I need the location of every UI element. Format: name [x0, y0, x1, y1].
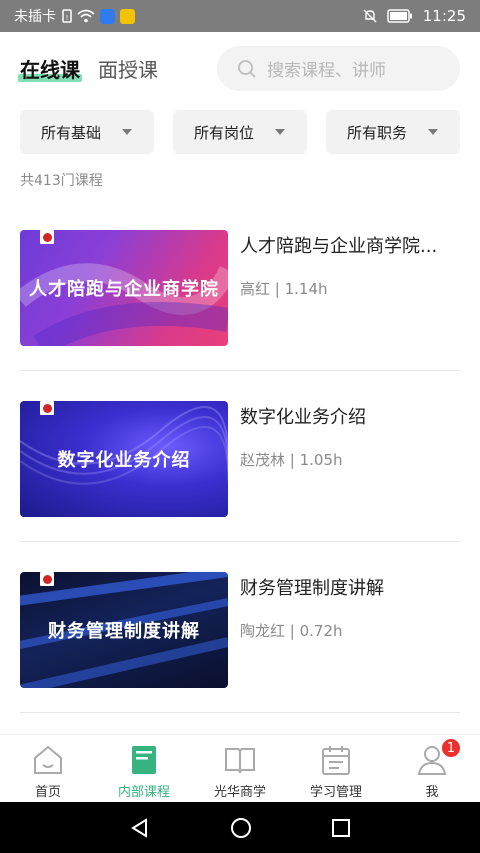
course-title[interactable]: 财务管理制度讲解	[240, 574, 460, 600]
divider	[20, 712, 460, 713]
home-icon	[34, 745, 62, 774]
filter-bar: 所有基础 所有岗位 所有职务	[20, 110, 460, 154]
message-app-icon	[120, 8, 135, 24]
nav-guanghua-business[interactable]: 光华商学	[192, 735, 288, 802]
course-meta: 赵茂林 | 1.05h	[240, 451, 343, 469]
nav-learning-management[interactable]: 学习管理	[288, 735, 384, 802]
status-bar: 未插卡 ! 11:25	[0, 0, 480, 32]
course-item[interactable]: 人才陪跑与企业商学院 人才陪跑与企业商学院... 高红 | 1.14h	[20, 172, 460, 371]
book-icon	[132, 746, 156, 774]
chevron-down-icon	[428, 129, 438, 135]
course-meta: 高红 | 1.14h	[240, 280, 328, 298]
course-title[interactable]: 人才陪跑与企业商学院...	[240, 232, 460, 258]
brand-logo-icon	[40, 572, 54, 586]
system-nav-bar	[0, 802, 480, 853]
tab-online-course[interactable]: 在线课	[18, 54, 82, 83]
brand-logo-icon	[40, 401, 54, 415]
filter-label: 所有岗位	[194, 123, 255, 142]
course-title[interactable]: 数字化业务介绍	[240, 403, 460, 429]
nav-home[interactable]: 首页	[0, 735, 96, 802]
nav-label: 内部课程	[117, 785, 170, 800]
course-thumbnail[interactable]: 数字化业务介绍	[20, 401, 228, 517]
bottom-nav: 首页 内部课程 光华商学 学习管理 我 1	[0, 734, 480, 802]
nav-me[interactable]: 我 1	[384, 735, 480, 802]
course-meta: 陶龙红 | 0.72h	[240, 622, 343, 640]
course-thumbnail[interactable]: 财务管理制度讲解	[20, 572, 228, 688]
status-icons: !	[62, 8, 135, 24]
sim-icon: !	[62, 9, 72, 23]
search-icon	[238, 59, 256, 78]
course-type-tabs: 在线课 面授课	[18, 44, 176, 92]
course-thumbnail[interactable]: 人才陪跑与企业商学院	[20, 230, 228, 346]
nav-label: 光华商学	[213, 785, 266, 800]
wifi-icon	[77, 9, 95, 23]
thumbnail-title: 人才陪跑与企业商学院	[29, 279, 219, 300]
mute-icon	[363, 9, 377, 23]
filter-foundation-dropdown[interactable]: 所有基础	[20, 110, 154, 154]
brand-logo-icon	[40, 230, 54, 244]
carrier-text: 未插卡	[14, 9, 56, 25]
chevron-down-icon	[275, 129, 285, 135]
filter-label: 所有基础	[41, 123, 102, 142]
course-item[interactable]: 财务管理制度讲解 财务管理制度讲解 陶龙红 | 0.72h	[20, 514, 460, 713]
nav-label: 学习管理	[309, 785, 362, 800]
nav-internal-courses[interactable]: 内部课程	[96, 735, 192, 802]
chevron-down-icon	[122, 129, 132, 135]
filter-duty-dropdown[interactable]: 所有职务	[326, 110, 460, 154]
thumbnail-title: 数字化业务介绍	[57, 450, 191, 471]
notification-app-icon	[100, 8, 115, 24]
notification-badge: 1	[440, 737, 462, 759]
svg-text:!: !	[66, 14, 69, 22]
search-placeholder: 搜索课程、讲师	[267, 61, 386, 81]
filter-label: 所有职务	[347, 123, 408, 142]
recents-icon[interactable]	[331, 818, 351, 838]
home-circle-icon[interactable]	[230, 817, 252, 839]
battery-icon	[387, 9, 412, 23]
tab-offline-course[interactable]: 面授课	[98, 54, 158, 83]
calendar-icon	[322, 746, 350, 775]
nav-label: 首页	[34, 785, 61, 800]
thumbnail-title: 财务管理制度讲解	[48, 621, 200, 642]
open-book-icon	[225, 748, 255, 774]
nav-label: 我	[425, 785, 439, 800]
clock: 11:25	[422, 7, 466, 25]
back-icon[interactable]	[129, 817, 151, 839]
search-input[interactable]: 搜索课程、讲师	[217, 46, 460, 91]
filter-position-dropdown[interactable]: 所有岗位	[173, 110, 307, 154]
course-item[interactable]: 数字化业务介绍 数字化业务介绍 赵茂林 | 1.05h	[20, 343, 460, 542]
